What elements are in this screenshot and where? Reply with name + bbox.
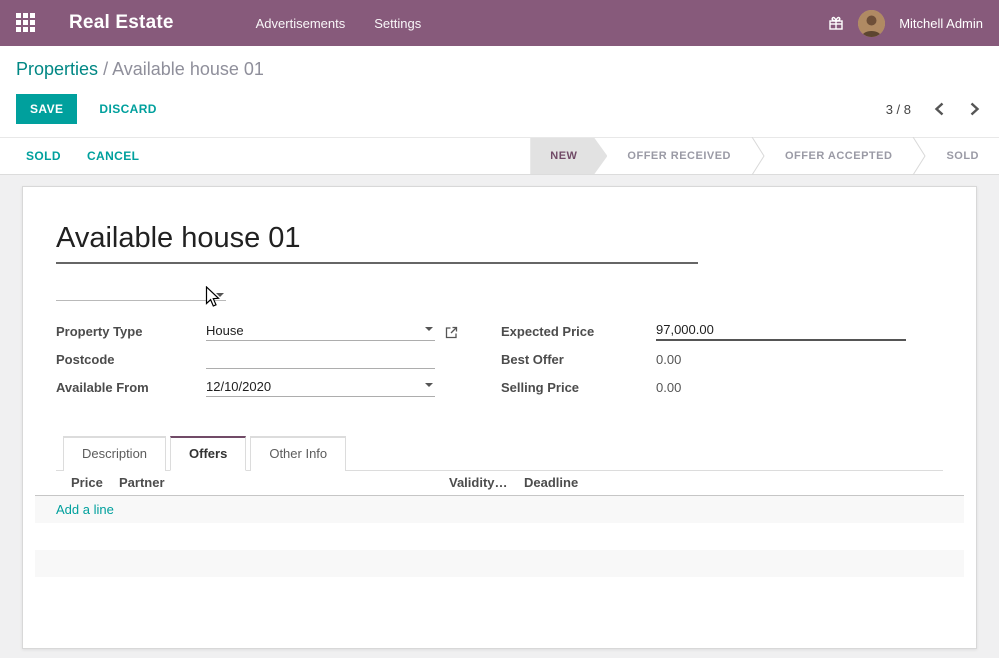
selling-price-value: 0.00	[656, 380, 906, 397]
notebook-tabs: Description Offers Other Info	[56, 435, 943, 471]
control-panel: SAVE DISCARD 3 / 8	[0, 88, 999, 137]
property-name-input[interactable]: Available house 01	[56, 222, 698, 264]
chevron-down-icon[interactable]	[425, 327, 433, 331]
column-validity[interactable]: Validity…	[449, 475, 524, 495]
stage-separator-icon	[751, 138, 765, 174]
stage-new[interactable]: NEW	[530, 138, 607, 174]
postcode-label: Postcode	[56, 352, 206, 369]
save-button[interactable]: SAVE	[16, 94, 77, 124]
app-title[interactable]: Real Estate	[69, 12, 174, 34]
navbar-right: Mitchell Admin	[828, 10, 983, 37]
breadcrumb: Properties / Available house 01	[0, 46, 999, 88]
apps-grid-icon[interactable]	[16, 13, 36, 33]
breadcrumb-separator: /	[103, 59, 108, 79]
chevron-down-icon	[216, 293, 224, 297]
stage-separator-icon	[912, 138, 926, 174]
table-row: Add a line	[35, 496, 964, 523]
cancel-button[interactable]: CANCEL	[87, 149, 139, 163]
menu-advertisements[interactable]: Advertisements	[256, 16, 346, 31]
offers-table-header: Price Partner Validity… Deadline	[35, 471, 964, 496]
tab-other-info[interactable]: Other Info	[250, 436, 346, 471]
chevron-down-icon[interactable]	[425, 383, 433, 387]
nav-menu: Advertisements Settings	[256, 16, 422, 31]
discard-button[interactable]: DISCARD	[99, 102, 156, 116]
form-sheet: Available house 01 Property Type House	[22, 186, 977, 649]
breadcrumb-properties-link[interactable]: Properties	[16, 59, 98, 79]
table-row	[35, 523, 964, 550]
table-row	[35, 550, 964, 577]
tab-description[interactable]: Description	[63, 436, 166, 471]
menu-settings[interactable]: Settings	[374, 16, 421, 31]
user-name[interactable]: Mitchell Admin	[899, 16, 983, 31]
top-navbar: Real Estate Advertisements Settings Mitc…	[0, 0, 999, 46]
gift-icon[interactable]	[828, 15, 844, 31]
available-from-input[interactable]: 12/10/2020	[206, 379, 435, 397]
pager: 3 / 8	[886, 100, 983, 118]
external-link-icon[interactable]	[445, 326, 458, 341]
stage-offer-received[interactable]: OFFER RECEIVED	[607, 138, 751, 174]
expected-price-input[interactable]: 97,000.00	[656, 322, 906, 341]
column-price[interactable]: Price	[71, 475, 119, 495]
column-partner[interactable]: Partner	[119, 475, 449, 495]
column-deadline[interactable]: Deadline	[524, 475, 964, 495]
stage-pipeline: NEW OFFER RECEIVED OFFER ACCEPTED SOLD	[530, 138, 999, 174]
tags-input[interactable]	[56, 277, 226, 301]
pager-count: 3 / 8	[886, 102, 911, 117]
postcode-input[interactable]	[206, 366, 435, 369]
tab-offers[interactable]: Offers	[170, 436, 246, 471]
selling-price-label: Selling Price	[501, 380, 656, 397]
expected-price-label: Expected Price	[501, 324, 656, 341]
right-field-group: Expected Price 97,000.00 Best Offer 0.00…	[501, 320, 906, 404]
best-offer-label: Best Offer	[501, 352, 656, 369]
sold-button[interactable]: SOLD	[26, 149, 61, 163]
add-a-line-link[interactable]: Add a line	[56, 502, 114, 517]
stage-offer-accepted[interactable]: OFFER ACCEPTED	[765, 138, 912, 174]
stage-sold[interactable]: SOLD	[926, 138, 999, 174]
pager-next-icon[interactable]	[967, 100, 983, 118]
property-type-input[interactable]: House	[206, 323, 435, 341]
form-background: Available house 01 Property Type House	[0, 175, 999, 658]
breadcrumb-current: Available house 01	[112, 59, 264, 79]
available-from-label: Available From	[56, 380, 206, 397]
offers-table: Price Partner Validity… Deadline Add a l…	[35, 471, 964, 577]
best-offer-value: 0.00	[656, 352, 906, 369]
statusbar: SOLD CANCEL NEW OFFER RECEIVED OFFER ACC…	[0, 137, 999, 175]
avatar[interactable]	[858, 10, 885, 37]
left-field-group: Property Type House Postcode	[56, 320, 458, 404]
pager-previous-icon[interactable]	[931, 100, 947, 118]
property-type-label: Property Type	[56, 324, 206, 341]
